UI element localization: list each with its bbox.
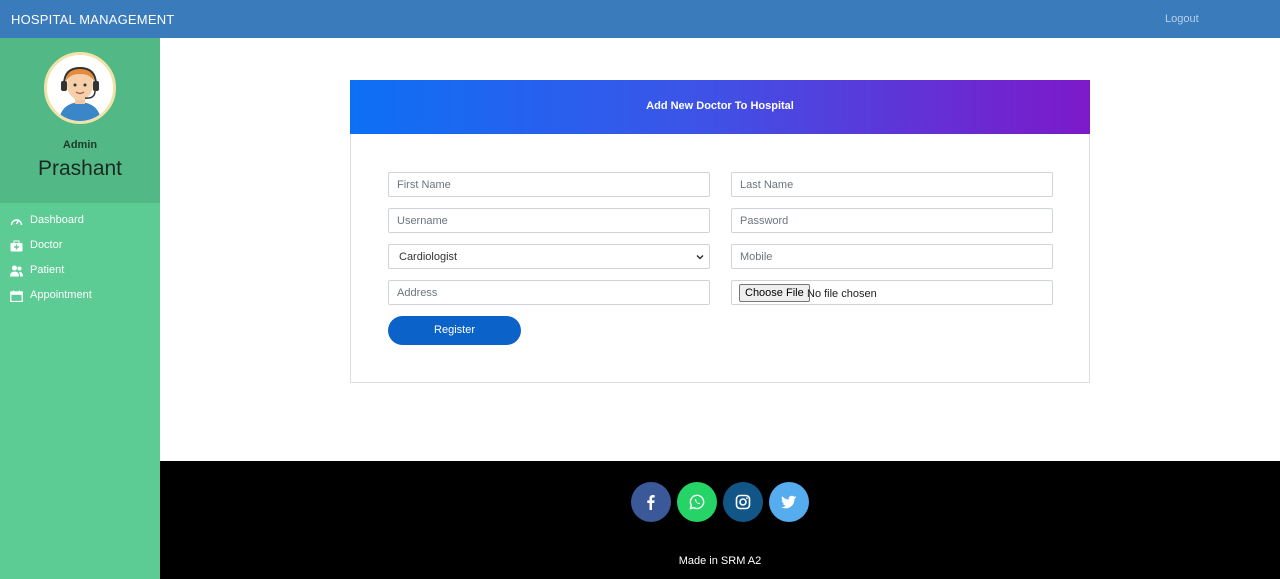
photo-file-input: Choose File No file chosen: [731, 280, 1053, 305]
sidebar-item-label: Appointment: [30, 289, 92, 301]
sidebar-item-label: Doctor: [30, 239, 63, 251]
avatar: [44, 52, 116, 124]
sidebar-item-doctor[interactable]: Doctor: [0, 235, 160, 257]
add-doctor-card: Add New Doctor To Hospital Cardiologist …: [350, 80, 1090, 383]
whatsapp-icon: [689, 494, 705, 510]
mobile-input[interactable]: [731, 244, 1053, 269]
facebook-button[interactable]: [631, 482, 671, 522]
profile-panel: Admin Prashant: [0, 38, 160, 203]
password-input[interactable]: [731, 208, 1053, 233]
department-selected-value: Cardiologist: [399, 251, 458, 263]
support-agent-avatar-icon: [47, 55, 113, 121]
card-header: Add New Doctor To Hospital: [350, 80, 1090, 134]
sidebar-item-dashboard[interactable]: Dashboard: [0, 210, 160, 232]
file-status-text: No file chosen: [807, 288, 877, 300]
first-name-input[interactable]: [388, 172, 710, 197]
top-navbar: HOSPITAL MANAGEMENT Logout: [0, 0, 1280, 38]
choose-file-button[interactable]: Choose File: [739, 284, 810, 302]
users-icon: [10, 265, 23, 277]
whatsapp-button[interactable]: [677, 482, 717, 522]
sidebar-item-label: Dashboard: [30, 214, 84, 226]
sidebar-item-appointment[interactable]: Appointment: [0, 285, 160, 307]
sidebar-item-label: Patient: [30, 264, 65, 276]
chevron-down-icon: [696, 254, 704, 260]
briefcase-medical-icon: [10, 240, 23, 252]
footer: Made in SRM A2: [160, 461, 1280, 579]
app-brand[interactable]: HOSPITAL MANAGEMENT: [11, 12, 174, 27]
last-name-input[interactable]: [731, 172, 1053, 197]
register-button[interactable]: Register: [388, 316, 521, 345]
department-select[interactable]: Cardiologist: [388, 244, 710, 269]
sidebar-item-patient[interactable]: Patient: [0, 260, 160, 282]
card-title: Add New Doctor To Hospital: [646, 100, 794, 112]
address-input[interactable]: [388, 280, 710, 305]
sidebar: Admin Prashant Dashboard Doctor Patient: [0, 38, 160, 579]
speedometer-icon: [10, 219, 23, 226]
user-role: Admin: [62, 139, 98, 151]
instagram-button[interactable]: [723, 482, 763, 522]
twitter-button[interactable]: [769, 482, 809, 522]
facebook-icon: [647, 495, 655, 510]
user-name: Prashant: [37, 157, 123, 180]
instagram-icon: [735, 494, 751, 510]
twitter-icon: [781, 495, 797, 509]
footer-credit: Made in SRM A2: [678, 555, 762, 567]
logout-link[interactable]: Logout: [1165, 13, 1199, 25]
username-input[interactable]: [388, 208, 710, 233]
calendar-icon: [10, 290, 23, 302]
